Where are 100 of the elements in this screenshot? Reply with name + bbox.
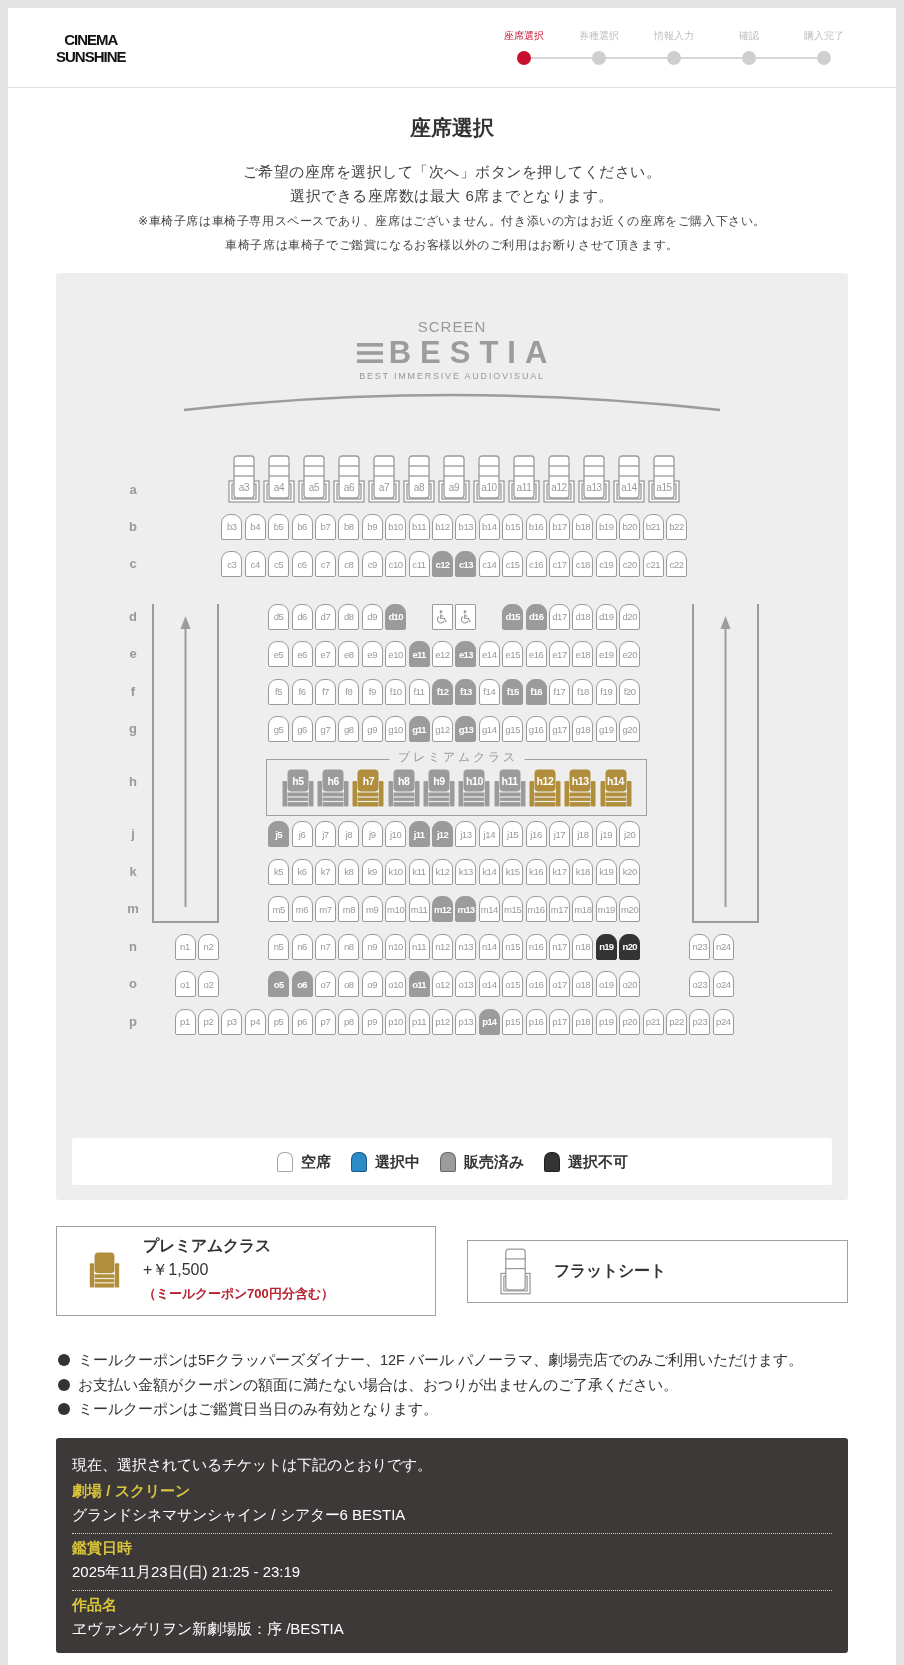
seat[interactable]: o12	[431, 971, 453, 998]
seat[interactable]: p5	[268, 1008, 290, 1035]
seat[interactable]: c18	[572, 551, 594, 578]
seat[interactable]: g8	[338, 716, 360, 743]
premium-seat[interactable]: h8	[387, 769, 420, 807]
seat[interactable]: e15	[502, 641, 524, 668]
seat[interactable]: b22	[666, 513, 688, 540]
seat[interactable]: b6	[291, 513, 313, 540]
seat[interactable]: o13	[455, 971, 477, 998]
seat[interactable]: m17	[549, 896, 570, 923]
seat[interactable]: n10	[385, 933, 407, 960]
premium-seat[interactable]: h10	[458, 769, 491, 807]
seat[interactable]: o6	[291, 971, 313, 998]
seat[interactable]: g10	[385, 716, 407, 743]
seat[interactable]: b18	[572, 513, 594, 540]
seat[interactable]: j7	[314, 821, 336, 848]
seat[interactable]: p16	[525, 1008, 547, 1035]
premium-seat[interactable]: h13	[564, 769, 597, 807]
seat[interactable]: b7	[314, 513, 336, 540]
seat[interactable]: c4	[244, 551, 266, 578]
seat[interactable]: f12	[431, 678, 453, 705]
seat[interactable]: m19	[595, 896, 617, 923]
seat[interactable]: e7	[314, 641, 336, 668]
seat[interactable]: j11	[408, 821, 430, 848]
seat[interactable]: m12	[431, 896, 453, 923]
seat[interactable]: p13	[455, 1008, 477, 1035]
seat[interactable]: d19	[595, 603, 617, 630]
seat[interactable]: f17	[549, 678, 570, 705]
seat[interactable]: p9	[361, 1008, 383, 1035]
seat[interactable]: k13	[455, 858, 477, 885]
seat[interactable]: k10	[385, 858, 407, 885]
seat[interactable]: o7	[314, 971, 336, 998]
seat[interactable]: k12	[431, 858, 453, 885]
seat[interactable]: j13	[455, 821, 477, 848]
seat[interactable]: p7	[314, 1008, 336, 1035]
seat[interactable]: o18	[572, 971, 594, 998]
seat[interactable]: p8	[338, 1008, 360, 1035]
seat[interactable]: c11	[408, 551, 430, 578]
seat[interactable]: k17	[549, 858, 570, 885]
seat[interactable]: o9	[361, 971, 383, 998]
seat[interactable]: c3	[221, 551, 243, 578]
seat[interactable]: o8	[338, 971, 360, 998]
seat[interactable]: c19	[595, 551, 617, 578]
seat[interactable]: c8	[338, 551, 360, 578]
seat[interactable]: d7	[314, 603, 336, 630]
seat[interactable]: e9	[361, 641, 383, 668]
seat[interactable]: n13	[455, 933, 477, 960]
seat[interactable]: e19	[595, 641, 617, 668]
seat[interactable]: o14	[478, 971, 500, 998]
seat[interactable]: p24	[712, 1008, 734, 1035]
seat[interactable]: o5	[268, 971, 290, 998]
seat[interactable]: o20	[619, 971, 641, 998]
seat[interactable]: j6	[291, 821, 313, 848]
seat[interactable]: b11	[408, 513, 430, 540]
seat[interactable]: j14	[478, 821, 500, 848]
seat[interactable]: p15	[502, 1008, 524, 1035]
seat[interactable]: p1	[174, 1008, 196, 1035]
seat[interactable]: f10	[385, 678, 407, 705]
seat[interactable]: b4	[244, 513, 266, 540]
seat[interactable]: b3	[221, 513, 243, 540]
seat[interactable]: e10	[385, 641, 407, 668]
seat[interactable]: m16	[525, 896, 547, 923]
seat[interactable]: n1	[174, 933, 196, 960]
seat[interactable]: n12	[431, 933, 453, 960]
seat[interactable]: g20	[619, 716, 641, 743]
wheelchair-space[interactable]	[455, 603, 477, 630]
seat[interactable]: b19	[595, 513, 617, 540]
seat[interactable]: m18	[572, 896, 594, 923]
seat[interactable]: e5	[268, 641, 290, 668]
wheelchair-space[interactable]	[431, 603, 453, 630]
seat[interactable]: d6	[291, 603, 313, 630]
seat[interactable]: o15	[502, 971, 524, 998]
seat[interactable]: g12	[431, 716, 453, 743]
seat[interactable]: f5	[268, 678, 290, 705]
seat[interactable]: o23	[689, 971, 711, 998]
seat[interactable]: g14	[478, 716, 500, 743]
seat[interactable]: k18	[572, 858, 594, 885]
seat[interactable]: f16	[525, 678, 547, 705]
premium-seat[interactable]: h11	[493, 769, 526, 807]
premium-seat[interactable]: h14	[599, 769, 632, 807]
seat[interactable]: n11	[408, 933, 430, 960]
seat[interactable]: m5	[268, 896, 290, 923]
seat[interactable]: f20	[619, 678, 641, 705]
seat[interactable]: p21	[642, 1008, 664, 1035]
seat[interactable]: k6	[291, 858, 313, 885]
seat[interactable]: m11	[408, 896, 430, 923]
seat[interactable]: f15	[502, 678, 524, 705]
seat[interactable]: d8	[338, 603, 360, 630]
seat[interactable]: k8	[338, 858, 360, 885]
seat[interactable]: n5	[268, 933, 290, 960]
seat[interactable]: e20	[619, 641, 641, 668]
seat[interactable]: d10	[385, 603, 407, 630]
seat[interactable]: c13	[455, 551, 477, 578]
seat[interactable]: m8	[338, 896, 360, 923]
seat[interactable]: e17	[549, 641, 570, 668]
seat[interactable]: g6	[291, 716, 313, 743]
premium-seat[interactable]: h9	[423, 769, 456, 807]
seat[interactable]: d5	[268, 603, 290, 630]
seat[interactable]: p20	[619, 1008, 641, 1035]
seat[interactable]: m20	[619, 896, 641, 923]
